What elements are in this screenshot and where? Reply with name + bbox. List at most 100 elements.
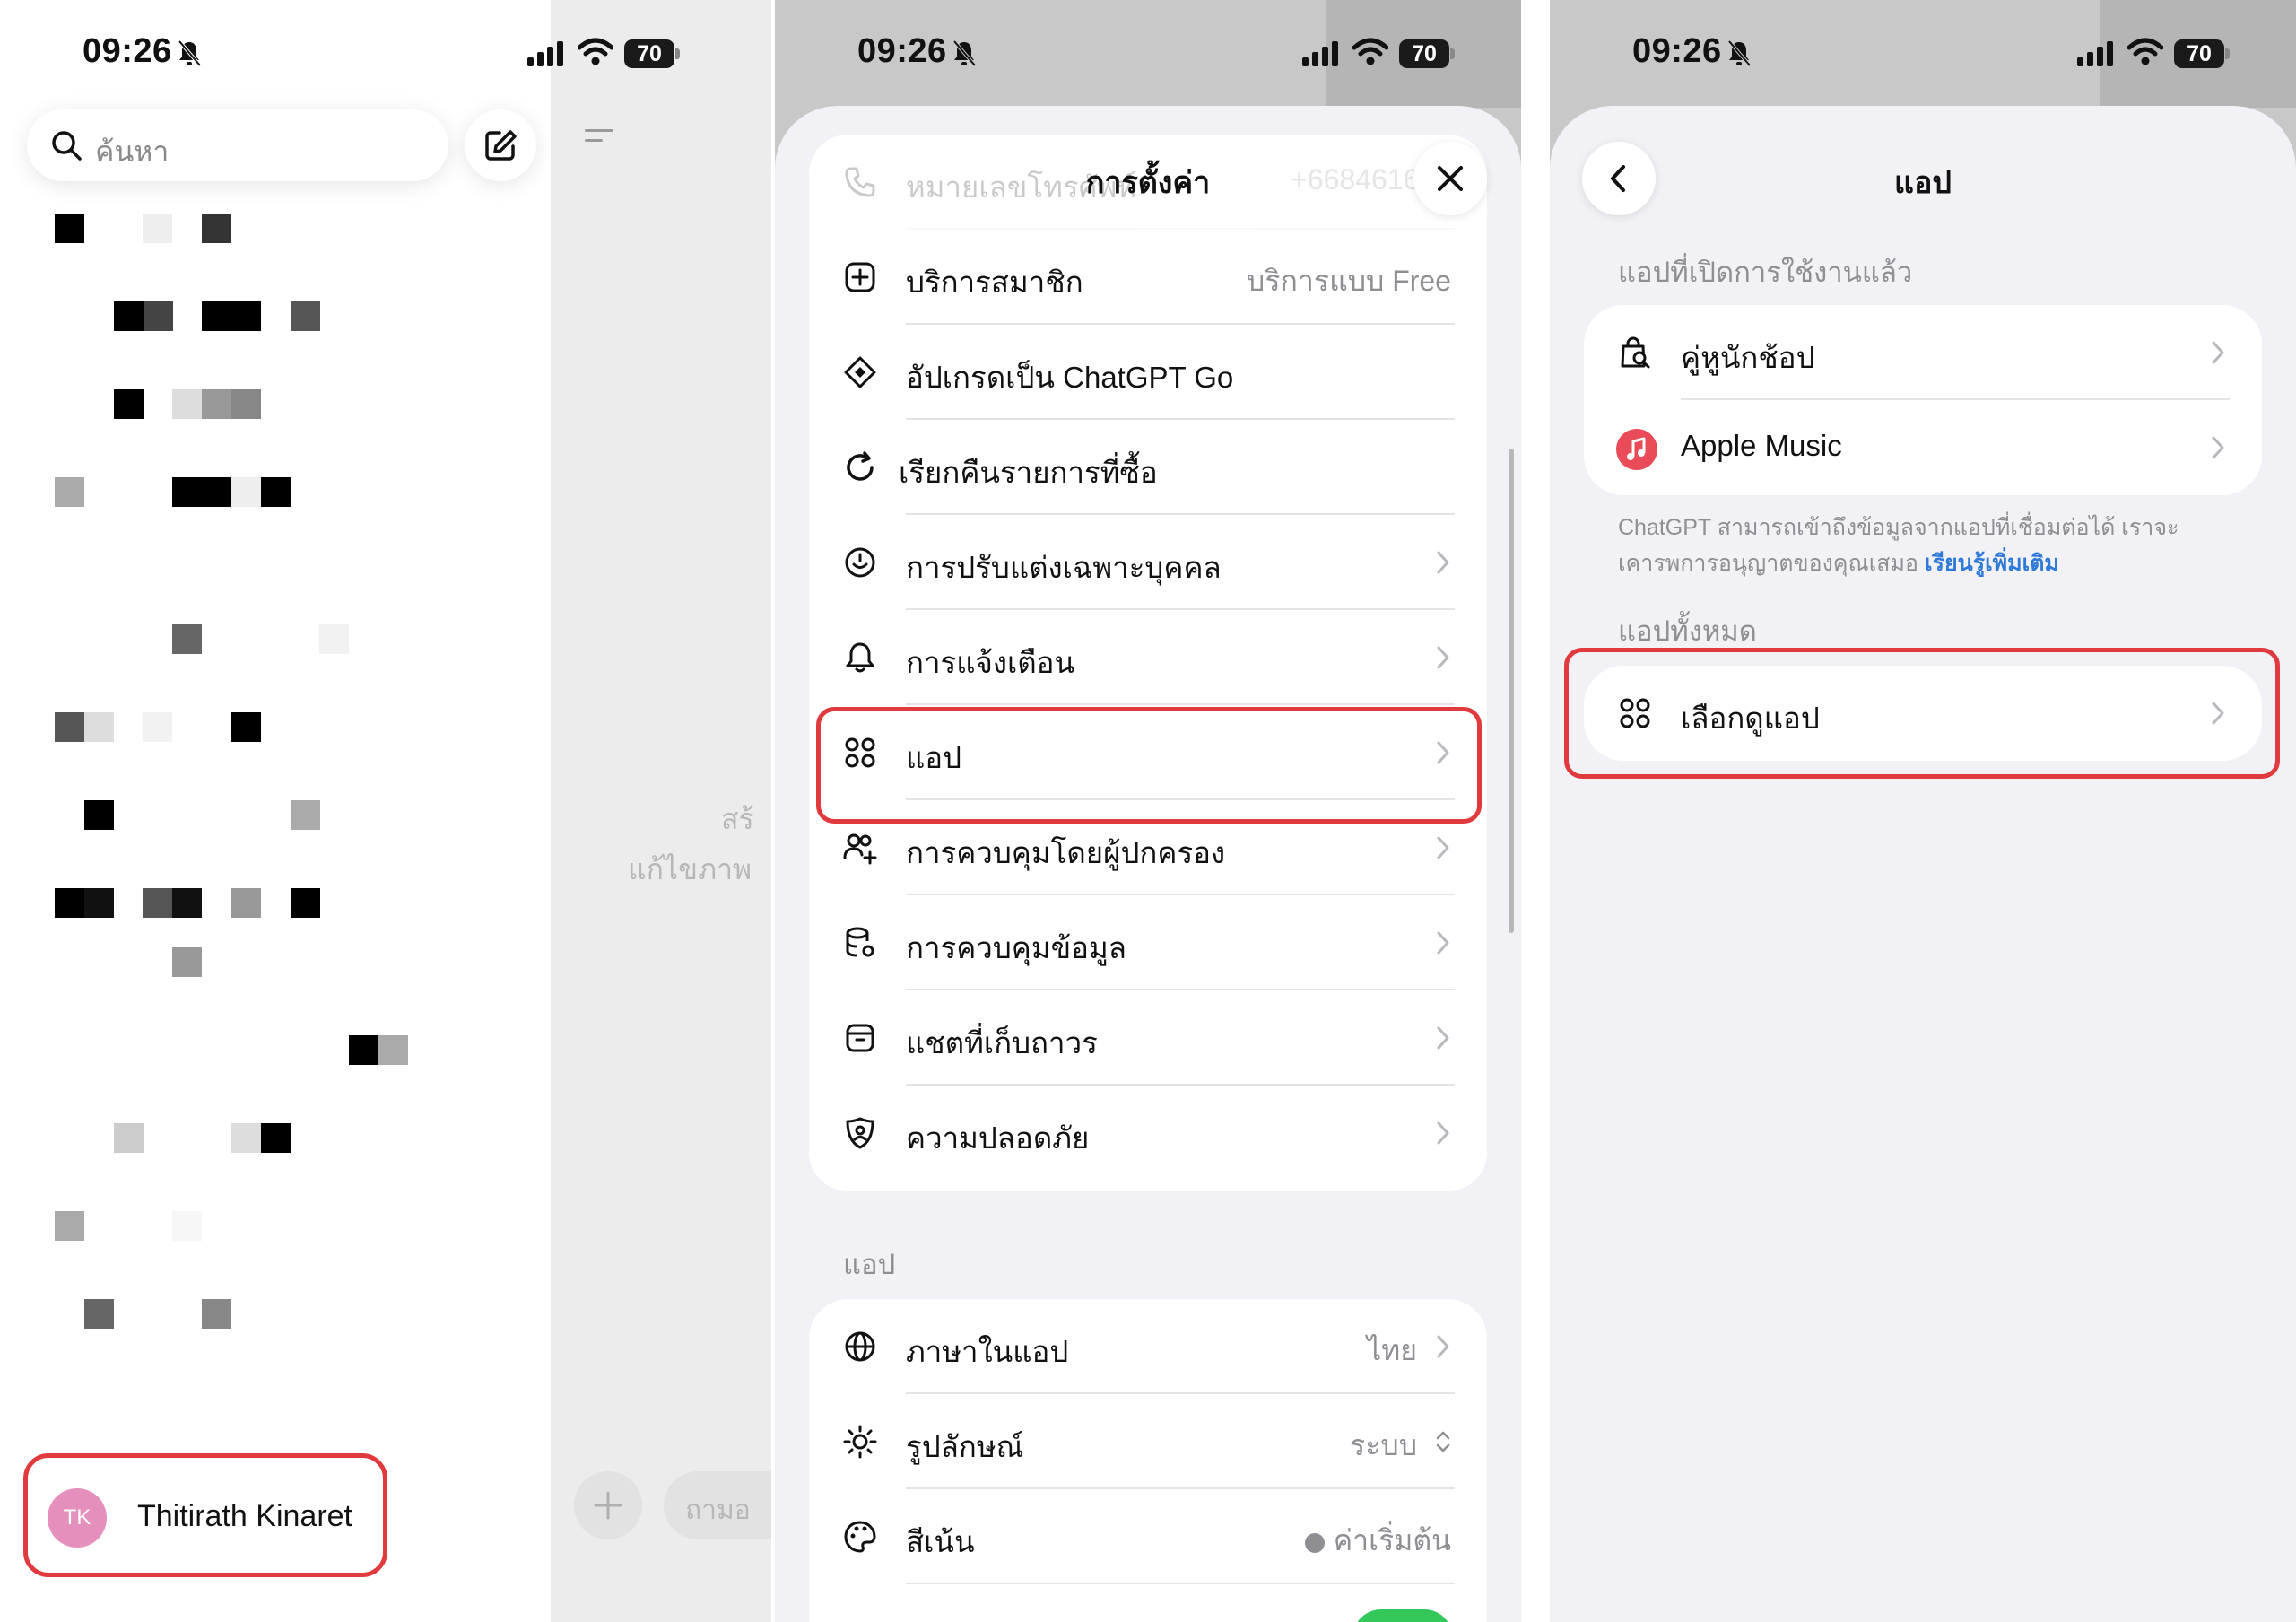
restore-purchases-label: เรียกคืนรายการที่ซื้อ bbox=[899, 456, 1158, 489]
subscription-value: บริการแบบ Free bbox=[1247, 265, 1451, 297]
parental-controls-label: การควบคุมโดยผู้ปกครอง bbox=[906, 836, 1226, 869]
chat-input[interactable]: ถามอ bbox=[664, 1471, 771, 1539]
chevron-right-icon bbox=[1437, 836, 1449, 859]
attach-button[interactable] bbox=[574, 1471, 642, 1539]
wifi-icon bbox=[578, 38, 613, 65]
all-apps-label: แอปทั้งหมด bbox=[1618, 615, 1757, 647]
note-text: ChatGPT สามารถเข้าถึงข้อมูลจากแอปที่เชื่… bbox=[1618, 515, 2179, 576]
data-controls-row[interactable]: การควบคุมข้อมูล bbox=[809, 895, 1487, 990]
database-icon bbox=[846, 927, 874, 957]
browse-apps-highlight bbox=[1564, 648, 2280, 779]
app-language-row[interactable]: ภาษาในแอป ไทย bbox=[809, 1299, 1487, 1394]
apps-title: แอป bbox=[1894, 166, 1952, 200]
app-language-value: ไทย bbox=[1367, 1334, 1417, 1366]
appearance-value: ระบบ bbox=[1350, 1429, 1417, 1461]
new-chat-button[interactable] bbox=[465, 109, 536, 181]
diamond-icon bbox=[844, 356, 876, 388]
chevron-right-icon bbox=[2212, 436, 2224, 459]
app-section-label: แอป bbox=[843, 1249, 896, 1280]
apps-row-highlight bbox=[816, 707, 1482, 824]
profile-button[interactable]: TK Thitirath Kinaret bbox=[23, 1453, 387, 1577]
shopping-bag-icon bbox=[1621, 336, 1650, 369]
silent-bell-icon bbox=[178, 39, 202, 67]
scrollbar[interactable] bbox=[1509, 449, 1514, 933]
compose-icon bbox=[485, 130, 517, 161]
app-settings-group: ภาษาในแอป ไทย รูปลักษณ์ ระบบ สีเน้น ค่าเ… bbox=[809, 1299, 1487, 1622]
settings-screen: 09:26 70 หมายเลขโทรศัพท์ +668461670 บริก… bbox=[775, 0, 1521, 1622]
accent-color-text: ค่าเริ่มต้น bbox=[1333, 1524, 1451, 1557]
accent-color-label: สีเน้น bbox=[906, 1525, 975, 1558]
plus-square-icon bbox=[845, 262, 875, 292]
globe-icon bbox=[845, 1331, 875, 1362]
battery-level: 70 bbox=[1399, 39, 1449, 68]
clock: 09:26 bbox=[857, 32, 947, 70]
search-input[interactable]: ค้นหา bbox=[27, 109, 448, 181]
battery-icon: 70 bbox=[624, 39, 680, 68]
archive-icon bbox=[846, 1024, 874, 1052]
account-settings-group: หมายเลขโทรศัพท์ +668461670 บริการสมาชิก … bbox=[809, 135, 1487, 1191]
palette-icon bbox=[844, 1521, 876, 1553]
chevron-right-icon bbox=[1437, 551, 1449, 574]
shopping-app-row[interactable]: คู่หูนักช้อป bbox=[1584, 305, 2262, 400]
battery-icon: 70 bbox=[1399, 39, 1455, 68]
settings-title: การตั้งค่า bbox=[1085, 166, 1211, 200]
accent-color-row[interactable]: สีเน้น ค่าเริ่มต้น bbox=[809, 1489, 1487, 1584]
upgrade-label: อัปเกรดเป็น ChatGPT Go bbox=[906, 361, 1234, 394]
personalization-row[interactable]: การปรับแต่งเฉพาะบุคคล bbox=[809, 515, 1487, 610]
signal-icon bbox=[527, 41, 563, 66]
music-icon bbox=[1616, 429, 1657, 470]
clock: 09:26 bbox=[83, 32, 172, 70]
sidebar-screen: สร้ แก้ไขภาพ ถามอ 09:26 70 ค้นหา TK Thit… bbox=[0, 0, 771, 1622]
chevron-right-icon bbox=[1437, 1335, 1449, 1358]
apps-screen: 09:26 70 แอป แอปที่เปิดการใช้งานแล้ว คู่… bbox=[1550, 0, 2296, 1622]
chat-partial-title: สร้ bbox=[721, 803, 754, 835]
search-icon bbox=[52, 131, 82, 161]
chevron-right-icon bbox=[1437, 931, 1449, 955]
chevron-updown-icon bbox=[1436, 1431, 1450, 1452]
subscription-row[interactable]: บริการสมาชิก บริการแบบ Free bbox=[809, 230, 1487, 325]
close-button[interactable] bbox=[1413, 142, 1487, 215]
signal-icon bbox=[2077, 41, 2113, 66]
silent-bell-icon bbox=[1727, 39, 1752, 67]
chevron-right-icon bbox=[1437, 646, 1449, 669]
chat-input-placeholder: ถามอ bbox=[685, 1496, 751, 1525]
appearance-label: รูปลักษณ์ bbox=[906, 1430, 1024, 1463]
status-bar: 09:26 70 bbox=[0, 0, 771, 108]
notifications-label: การแจ้งเตือน bbox=[906, 646, 1075, 679]
status-bar: 09:26 70 bbox=[1550, 0, 2296, 108]
silent-bell-icon bbox=[952, 39, 977, 67]
enabled-apps-label: แอปที่เปิดการใช้งานแล้ว bbox=[1618, 257, 1913, 288]
battery-icon: 70 bbox=[2174, 39, 2230, 68]
data-controls-label: การควบคุมข้อมูล bbox=[906, 931, 1126, 964]
apple-music-row[interactable]: Apple Music bbox=[1584, 400, 2262, 495]
notifications-row[interactable]: การแจ้งเตือน bbox=[809, 610, 1487, 705]
apps-permission-note: ChatGPT สามารถเข้าถึงข้อมูลจากแอปที่เชื่… bbox=[1618, 510, 2228, 581]
chat-partial-subtitle: แก้ไขภาพ bbox=[628, 853, 752, 885]
clock: 09:26 bbox=[1632, 32, 1722, 70]
people-add-icon bbox=[843, 833, 877, 865]
close-icon bbox=[1438, 166, 1463, 191]
security-row[interactable]: ความปลอดภัย bbox=[809, 1086, 1487, 1181]
learn-more-link[interactable]: เรียนรู้เพิ่มเติม bbox=[1925, 551, 2059, 576]
apple-music-label: Apple Music bbox=[1681, 429, 1842, 462]
enabled-apps-group: คู่หูนักช้อป Apple Music bbox=[1584, 305, 2262, 495]
chat-pane-overlay[interactable]: สร้ แก้ไขภาพ bbox=[551, 0, 771, 1622]
avatar: TK bbox=[48, 1488, 107, 1548]
restore-purchases-row[interactable]: เรียกคืนรายการที่ซื้อ bbox=[809, 420, 1487, 515]
security-label: ความปลอดภัย bbox=[906, 1121, 1090, 1155]
shopping-app-label: คู่หูนักช้อป bbox=[1681, 341, 1815, 374]
personalization-label: การปรับแต่งเฉพาะบุคคล bbox=[906, 551, 1222, 584]
chevron-right-icon bbox=[2212, 341, 2224, 364]
chevron-right-icon bbox=[1437, 1026, 1449, 1050]
menu-icon[interactable] bbox=[585, 127, 615, 149]
sun-icon bbox=[843, 1425, 877, 1459]
archived-chats-row[interactable]: แชตที่เก็บถาวร bbox=[809, 990, 1487, 1086]
signal-icon bbox=[1302, 41, 1338, 66]
app-language-label: ภาษาในแอป bbox=[906, 1335, 1069, 1368]
partial-toggle-row[interactable] bbox=[809, 1584, 1487, 1622]
appearance-row[interactable]: รูปลักษณ์ ระบบ bbox=[809, 1394, 1487, 1489]
upgrade-row[interactable]: อัปเกรดเป็น ChatGPT Go bbox=[809, 325, 1487, 420]
status-bar: 09:26 70 bbox=[775, 0, 1521, 108]
personalize-icon bbox=[845, 547, 875, 578]
toggle-switch[interactable] bbox=[1352, 1609, 1453, 1622]
